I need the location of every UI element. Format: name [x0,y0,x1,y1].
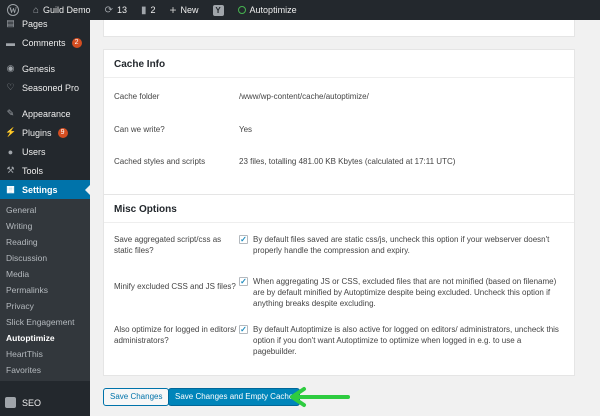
comments-badge: 2 [71,37,82,48]
autoptimize-menu[interactable]: Autoptimize [231,0,304,20]
updates-icon: ⟳ [104,4,113,16]
tools-icon: ⚒ [6,165,15,175]
misc-option-row: Save aggregated script/css as static fil… [114,234,564,256]
plugins-icon: ⚡ [5,127,17,137]
can-write-row: Can we write? Yes [114,124,564,135]
cache-folder-label: Cache folder [114,92,160,101]
sidebar-item-label: Settings [22,184,58,195]
sidebar-item-genesis[interactable]: ◉ Genesis [0,59,90,78]
comments-link[interactable]: ▮ 2 [134,0,163,20]
sidebar-item-label: Seasoned Pro [22,82,80,93]
cached-files-label: Cached styles and scripts [114,157,206,166]
submenu-item-reading[interactable]: Reading [0,234,90,250]
updates-count: 13 [116,5,127,15]
pages-icon: ▤ [6,18,15,28]
sidebar-item-settings[interactable]: ▦ Settings [0,180,90,199]
static-files-checkbox[interactable]: ✓ [239,235,248,244]
new-label: New [180,5,199,15]
cache-folder-value: /www/wp-content/cache/autoptimize/ [239,92,369,101]
new-content-link[interactable]: + New [163,0,206,20]
settings-submenu: General Writing Reading Discussion Media… [0,199,90,381]
sidebar-item-pages[interactable]: ▤ Pages [0,14,90,33]
can-write-value: Yes [239,125,253,134]
users-icon: ● [7,146,14,157]
sidebar-item-plugins[interactable]: ⚡ Plugins 9 [0,123,90,142]
sidebar-item-label: Plugins [22,127,52,138]
submenu-item-writing[interactable]: Writing [0,218,90,234]
yoast-seo-icon: Y [5,397,16,408]
cache-info-title: Cache Info [104,50,574,78]
misc-option-row: Also optimize for logged in editors/ adm… [114,324,564,357]
sidebar-item-label: Tools [22,165,44,176]
cache-info-panel: Cache Info Cache folder /www/wp-content/… [103,49,575,203]
submenu-item-autoptimize[interactable]: Autoptimize [0,330,90,346]
sidebar-item-seasoned-pro[interactable]: ♡ Seasoned Pro [0,78,90,97]
autoptimize-label: Autoptimize [249,5,297,15]
sidebar-item-comments[interactable]: ▬ Comments 2 [0,33,90,52]
submenu-item-permalinks[interactable]: Permalinks [0,282,90,298]
can-write-label: Can we write? [114,125,165,134]
sidebar-item-tools[interactable]: ⚒ Tools [0,161,90,180]
admin-bar: W ⌂ Guild Demo ⟳ 13 ▮ 2 + New Y Autoptim… [0,0,600,20]
misc-options-panel: Misc Options Save aggregated script/css … [103,194,575,376]
settings-icon: ▦ [6,184,15,194]
submenu-item-privacy[interactable]: Privacy [0,298,90,314]
minify-excluded-checkbox[interactable]: ✓ [239,277,248,286]
option-label: Save aggregated script/css as static fil… [114,235,222,255]
yoast-menu[interactable]: Y [206,0,231,20]
admin-sidebar: ▤ Pages ▬ Comments 2 ◉ Genesis ♡ Seasone… [0,18,90,416]
appearance-icon: ✎ [6,108,15,118]
cached-files-row: Cached styles and scripts 23 files, tota… [114,156,564,167]
cached-files-value: 23 files, totalling 481.00 KB Kbytes (ca… [239,157,456,166]
sidebar-item-appearance[interactable]: ✎ Appearance [0,104,90,123]
sidebar-item-label: Comments [22,37,66,48]
green-arrow-annotation [290,387,350,407]
heart-icon: ♡ [6,82,15,92]
option-description: By default files saved are static css/js… [253,235,550,255]
sidebar-item-label: Genesis [22,63,56,74]
plus-icon: + [169,3,177,17]
previous-panel-bottom [103,20,575,37]
updates-link[interactable]: ⟳ 13 [98,0,134,20]
sidebar-item-users[interactable]: ● Users [0,142,90,161]
submenu-item-favorites[interactable]: Favorites [0,362,90,378]
sidebar-item-label: Pages [22,18,48,29]
genesis-icon: ◉ [6,63,15,73]
submenu-item-slick-engagement[interactable]: Slick Engagement [0,314,90,330]
main-content: Cache Info Cache folder /www/wp-content/… [90,20,600,416]
submenu-item-media[interactable]: Media [0,266,90,282]
save-changes-button[interactable]: Save Changes [103,388,170,406]
cache-folder-row: Cache folder /www/wp-content/cache/autop… [114,91,564,102]
submenu-item-discussion[interactable]: Discussion [0,250,90,266]
submenu-item-general[interactable]: General [0,202,90,218]
sidebar-item-label: Users [22,146,46,157]
save-and-empty-cache-button[interactable]: Save Changes and Empty Cache [168,388,301,406]
submenu-item-heartthis[interactable]: HeartThis [0,346,90,362]
sidebar-item-seo[interactable]: Y SEO [0,393,90,412]
comments-count: 2 [150,5,156,15]
yoast-icon: Y [212,4,224,16]
misc-options-title: Misc Options [104,195,574,223]
misc-option-row: Minify excluded CSS and JS files? ✓ When… [114,276,564,309]
option-label: Also optimize for logged in editors/ adm… [114,325,237,345]
sidebar-item-label: Appearance [22,108,71,119]
comments-icon: ▬ [6,37,15,48]
status-circle-icon [237,6,246,14]
option-description: When aggregating JS or CSS, excluded fil… [253,277,557,308]
option-description: By default Autoptimize is also active fo… [253,325,559,356]
option-label: Minify excluded CSS and JS files? [114,282,236,291]
plugins-badge: 9 [57,127,68,138]
sidebar-item-label: SEO [22,397,42,408]
logged-in-optimize-checkbox[interactable]: ✓ [239,325,248,334]
comment-bubble-icon: ▮ [140,4,147,16]
